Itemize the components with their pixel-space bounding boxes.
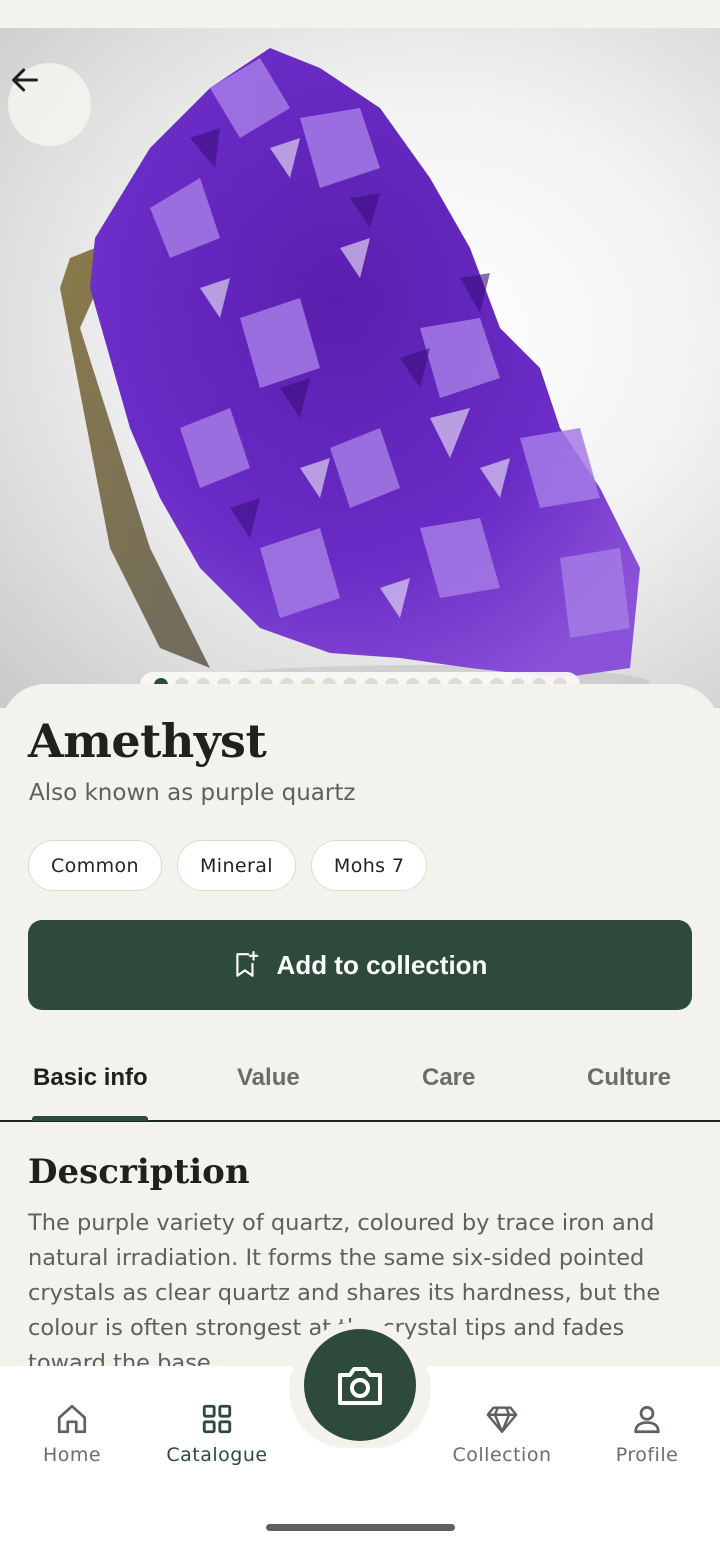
mineral-alias: Also known as purple quartz bbox=[29, 780, 356, 806]
tag-chip-type[interactable]: Mineral bbox=[176, 840, 296, 891]
back-button[interactable] bbox=[8, 63, 91, 146]
tab-value[interactable]: Value bbox=[237, 1064, 300, 1092]
status-bar bbox=[0, 0, 720, 28]
nav-catalogue-label: Catalogue bbox=[166, 1444, 268, 1466]
tag-chip-rarity[interactable]: Common bbox=[28, 840, 162, 891]
nav-home[interactable]: Home bbox=[7, 1402, 137, 1466]
identify-camera-button[interactable] bbox=[304, 1329, 416, 1441]
detail-sheet: Amethyst Also known as purple quartz Com… bbox=[0, 684, 720, 1384]
nav-catalogue[interactable]: Catalogue bbox=[152, 1402, 282, 1466]
tab-culture[interactable]: Culture bbox=[587, 1064, 671, 1092]
arrow-left-icon bbox=[12, 68, 38, 92]
home-icon bbox=[57, 1404, 87, 1434]
add-to-collection-label: Add to collection bbox=[276, 949, 488, 980]
add-to-collection-button[interactable]: Add to collection bbox=[28, 920, 692, 1010]
active-tab-indicator bbox=[32, 1116, 148, 1121]
grid-icon bbox=[202, 1404, 232, 1434]
nav-home-label: Home bbox=[42, 1444, 102, 1466]
nav-collection-label: Collection bbox=[452, 1444, 552, 1466]
nav-profile[interactable]: Profile bbox=[582, 1402, 712, 1466]
info-tabs: Basic info Value Care Culture bbox=[0, 1054, 720, 1122]
tag-chip-hardness[interactable]: Mohs 7 bbox=[310, 840, 428, 891]
nav-profile-label: Profile bbox=[615, 1444, 679, 1466]
gem-icon bbox=[486, 1406, 518, 1433]
bookmark-add-icon bbox=[235, 951, 258, 977]
description-heading: Description bbox=[28, 1152, 250, 1192]
tab-care[interactable]: Care bbox=[422, 1064, 475, 1092]
system-home-indicator[interactable] bbox=[266, 1524, 455, 1531]
tab-basic-info[interactable]: Basic info bbox=[33, 1064, 148, 1092]
tag-list: Common Mineral Mohs 7 bbox=[28, 840, 428, 891]
amethyst-image bbox=[60, 48, 650, 701]
mineral-name: Amethyst bbox=[28, 714, 267, 768]
person-icon bbox=[634, 1406, 660, 1434]
nav-collection[interactable]: Collection bbox=[437, 1402, 567, 1466]
mineral-photo[interactable] bbox=[0, 28, 720, 708]
camera-icon bbox=[338, 1367, 382, 1405]
